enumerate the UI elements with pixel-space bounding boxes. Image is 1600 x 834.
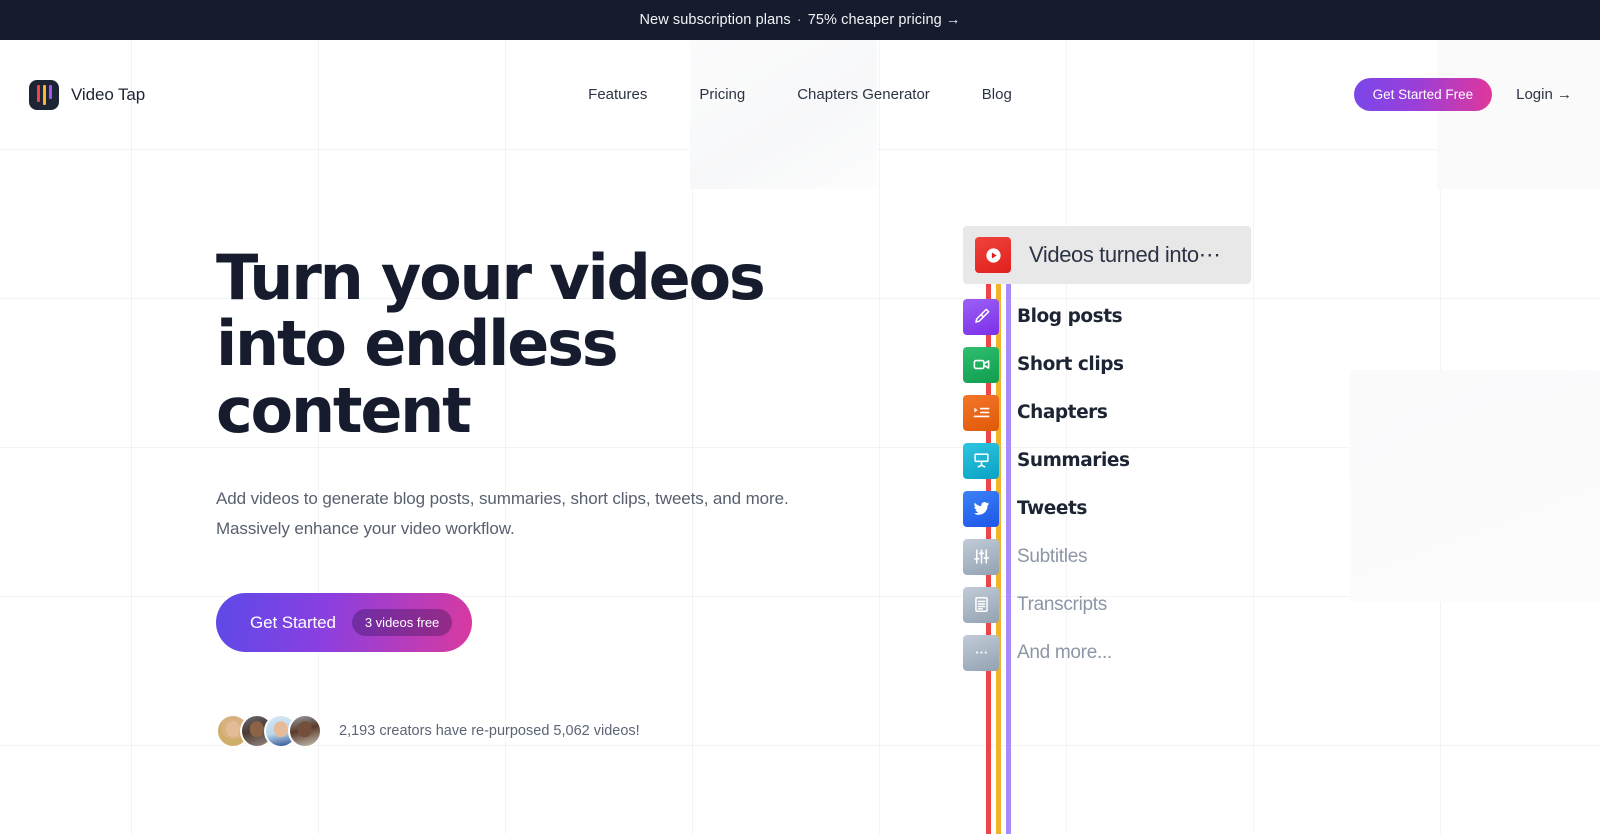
feature-item-label: Transcripts [1017,593,1107,615]
video-tap-logo-icon [29,79,59,110]
avatar-group [216,714,322,749]
page-title: Turn your videos into endless content [216,241,766,447]
feature-item-label: Short clips [1017,354,1124,375]
announcement-separator: · [796,12,802,28]
feature-item-summaries[interactable]: Summaries [963,439,1263,482]
twitter-bird-icon [963,490,999,527]
get-started-free-button[interactable]: Get Started Free [1353,78,1493,111]
get-started-label: Get Started [250,612,336,632]
login-link[interactable]: Login → [1516,86,1572,103]
page-body: Video Tap Features Pricing Chapters Gene… [0,40,1600,834]
list-play-icon [963,394,999,431]
background-highlight-c [1350,370,1600,602]
nav-actions: Get Started Free Login → [1353,78,1572,111]
feature-item-subtitles[interactable]: Subtitles [963,535,1263,578]
feature-item-label: Tweets [1017,498,1087,519]
announcement-bar[interactable]: New subscription plans · 75% cheaper prici… [0,0,1600,40]
social-proof-text: 2,193 creators have re-purposed 5,062 vi… [339,723,640,740]
nav-link-blog[interactable]: Blog [956,78,1038,111]
feature-item-and-more[interactable]: And more... [963,631,1263,674]
feature-item-label: Chapters [1017,402,1108,423]
social-proof: 2,193 creators have re-purposed 5,062 vi… [216,714,876,749]
feature-item-label: Blog posts [1017,306,1123,327]
youtube-play-icon [975,237,1011,273]
document-lines-icon [963,586,999,623]
feature-list-header: Videos turned into⋯ [963,226,1251,284]
feature-item-blog-posts[interactable]: Blog posts [963,295,1263,338]
nav-link-chapters-generator[interactable]: Chapters Generator [771,78,956,111]
announcement-text-before: New subscription plans [639,12,791,28]
feature-item-short-clips[interactable]: Short clips [963,343,1263,386]
hero-subheadline: Add videos to generate blog posts, summa… [216,488,789,539]
feature-item-label: Subtitles [1017,545,1088,567]
hero-cta-row: Get Started 3 videos free [216,593,876,653]
top-navigation: Video Tap Features Pricing Chapters Gene… [0,40,1600,149]
feature-item-label: Summaries [1017,450,1130,471]
hero-content: Turn your videos into endless content Ad… [216,241,876,749]
feature-item-transcripts[interactable]: Transcripts [963,583,1263,626]
announcement-text-after: 75% cheaper pricing → [807,12,961,28]
brand-name: Video Tap [71,84,146,104]
brand-logo[interactable]: Video Tap [29,79,146,110]
sliders-icon [963,538,999,575]
avatar [288,714,322,749]
free-videos-badge: 3 videos free [351,609,453,637]
presentation-icon [963,442,999,479]
feature-list: Videos turned into⋯ Blog posts Short cli… [963,226,1263,834]
feature-item-label: And more... [1017,641,1112,663]
video-camera-icon [963,346,999,383]
nav-link-features[interactable]: Features [562,78,673,111]
feature-list-header-label: Videos turned into⋯ [1029,242,1221,267]
feature-item-tweets[interactable]: Tweets [963,487,1263,530]
nav-link-pricing[interactable]: Pricing [673,78,771,111]
get-started-button[interactable]: Get Started 3 videos free [216,593,473,653]
announcement-text: New subscription plans · 75% cheaper prici… [639,12,960,28]
pen-nib-icon [963,298,999,335]
feature-item-chapters[interactable]: Chapters [963,391,1263,434]
ellipsis-icon [963,634,999,671]
